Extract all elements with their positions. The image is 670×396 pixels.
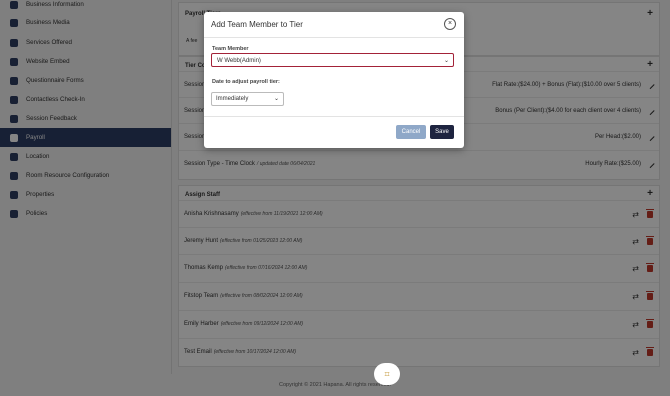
save-button[interactable]: Save bbox=[430, 125, 454, 139]
cancel-button[interactable]: Cancel bbox=[396, 125, 426, 139]
chevron-down-icon: ⌄ bbox=[443, 58, 449, 64]
chevron-down-icon: ⌄ bbox=[273, 96, 279, 102]
add-team-member-modal: Add Team Member to Tier × Team Member W … bbox=[204, 12, 464, 148]
close-icon[interactable]: × bbox=[444, 18, 456, 30]
footer: Copyright © 2021 Hapana. All rights rese… bbox=[0, 374, 670, 396]
date-adjust-value: Immediately bbox=[216, 96, 249, 102]
date-adjust-select[interactable]: Immediately ⌄ bbox=[211, 92, 284, 106]
modal-title: Add Team Member to Tier bbox=[211, 20, 303, 29]
team-member-label: Team Member bbox=[212, 46, 249, 52]
modal-header-divider bbox=[204, 37, 464, 38]
date-adjust-label: Date to adjust payroll tier: bbox=[212, 79, 280, 85]
scan-icon[interactable]: ⌗ bbox=[374, 363, 400, 385]
team-member-select[interactable]: W Webb(Admin) ⌄ bbox=[211, 53, 454, 67]
team-member-value: W Webb(Admin) bbox=[217, 58, 261, 64]
modal-footer-divider bbox=[204, 116, 464, 117]
